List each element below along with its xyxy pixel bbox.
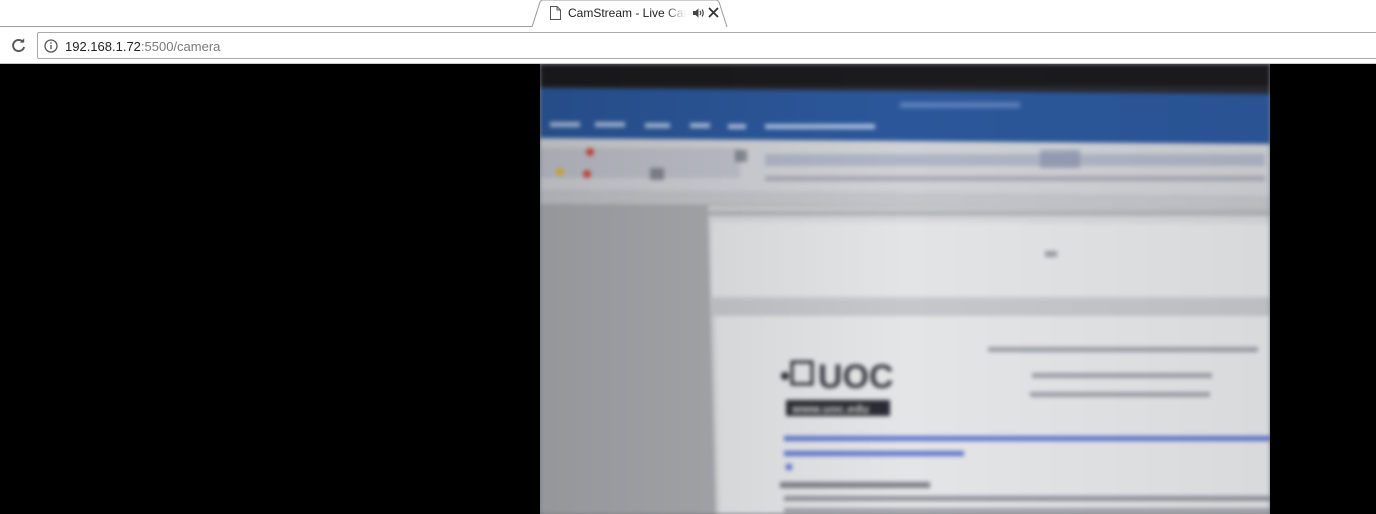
reload-icon[interactable] [10, 37, 27, 54]
url-path: :5500/camera [140, 39, 221, 54]
speaker-icon[interactable] [692, 7, 705, 19]
tab-title: CamStream - Live Camera [568, 6, 686, 20]
info-icon[interactable] [44, 39, 58, 53]
browser-toolbar: 192.168.1.72:5500/camera [0, 30, 1376, 64]
tab-strip: CamStream - Live Camera [0, 0, 1376, 30]
tab-camstream[interactable]: CamStream - Live Camera [532, 0, 728, 27]
document-icon [550, 6, 561, 20]
tab-strip-border [0, 26, 532, 27]
camera-video[interactable]: UOC www.uoc.edu [540, 64, 1270, 514]
address-bar[interactable]: 192.168.1.72:5500/camera [37, 32, 1376, 59]
tab-strip-border-right [726, 26, 1376, 27]
camera-feed-image: UOC www.uoc.edu [540, 64, 1270, 514]
url-host: 192.168.1.72 [65, 39, 141, 54]
url-text[interactable]: 192.168.1.72:5500/camera [65, 39, 220, 54]
close-icon[interactable] [708, 7, 719, 18]
page-content: UOC www.uoc.edu [0, 64, 1376, 514]
